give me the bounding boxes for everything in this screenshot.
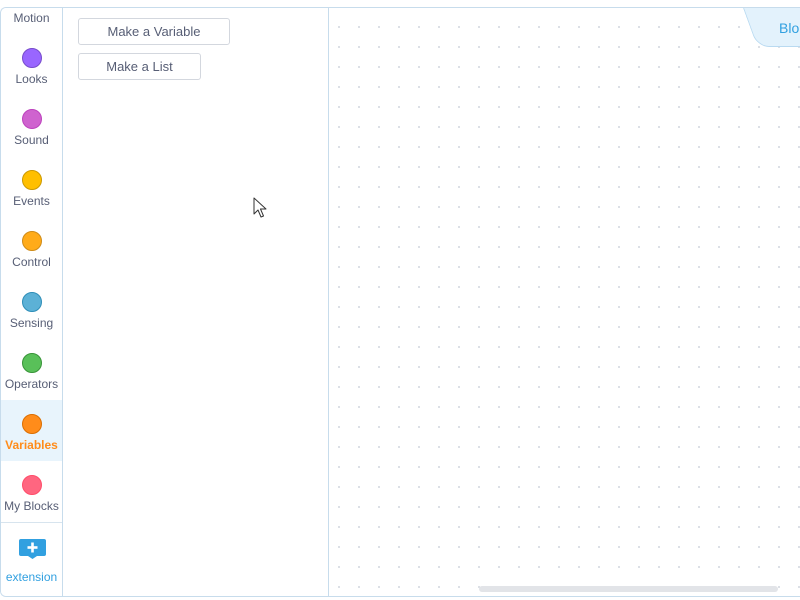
category-sensing[interactable]: Sensing (1, 283, 62, 344)
category-label: Sensing (9, 316, 54, 330)
category-operators[interactable]: Operators (1, 344, 62, 405)
category-label: My Blocks (4, 499, 59, 513)
sensing-dot-icon (22, 292, 42, 312)
category-looks[interactable]: Looks (1, 39, 62, 100)
category-label: Operators (4, 377, 59, 391)
category-control[interactable]: Control (1, 222, 62, 283)
extension-label: extension (5, 570, 58, 584)
horizontal-scrollbar[interactable] (479, 586, 778, 592)
sound-dot-icon (22, 109, 42, 129)
tab-blocks-label[interactable]: Blo (779, 20, 799, 36)
add-extension-icon (19, 539, 46, 559)
block-palette: Make a Variable Make a List (63, 8, 329, 596)
category-variables[interactable]: Variables (1, 400, 62, 461)
category-label: Sound (14, 133, 49, 147)
variables-dot-icon (22, 414, 42, 434)
category-sound[interactable]: Sound (1, 100, 62, 161)
make-variable-button[interactable]: Make a Variable (78, 18, 230, 45)
category-label: Events (13, 194, 50, 208)
category-label: Motion (13, 11, 50, 25)
operators-dot-icon (22, 353, 42, 373)
category-label: Looks (15, 72, 48, 86)
make-list-button[interactable]: Make a List (78, 53, 201, 80)
mouse-pointer-icon (253, 197, 267, 218)
control-dot-icon (22, 231, 42, 251)
category-events[interactable]: Events (1, 161, 62, 222)
add-extension-button[interactable]: extension (1, 522, 62, 596)
looks-dot-icon (22, 48, 42, 68)
category-label: Control (12, 255, 51, 269)
code-workspace[interactable]: Blo (329, 8, 800, 596)
editor-frame: Motion Looks Sound Events Control Sensin… (0, 7, 800, 597)
events-dot-icon (22, 170, 42, 190)
category-myblocks[interactable]: My Blocks (1, 466, 62, 527)
category-label: Variables (5, 438, 58, 452)
category-menu: Motion Looks Sound Events Control Sensin… (1, 8, 63, 596)
myblocks-dot-icon (22, 475, 42, 495)
